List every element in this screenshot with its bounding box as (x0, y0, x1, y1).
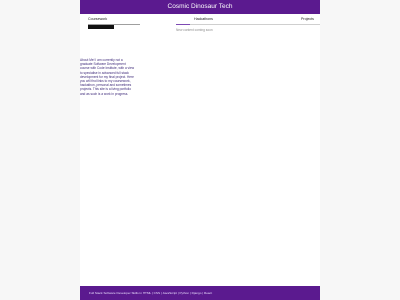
site-header: Cosmic Dinosaur Tech (80, 0, 320, 14)
about-text: About Me! I am currently not a graduate … (80, 58, 135, 96)
tab-hackathons[interactable]: Hackathons (194, 16, 213, 22)
tab-coursework[interactable]: Coursework (88, 16, 107, 22)
page: Cosmic Dinosaur Tech Coursework Hackatho… (80, 0, 320, 300)
tab-bar: Coursework Hackathons Projects (80, 14, 320, 24)
status-message: New content coming soon (176, 28, 213, 32)
site-footer: Full Stack Software Developer Skills in … (80, 286, 320, 300)
tab-divider-main (176, 24, 320, 25)
tab-projects[interactable]: Projects (301, 16, 314, 22)
site-title: Cosmic Dinosaur Tech (167, 3, 233, 10)
footer-text: Full Stack Software Developer Skills in … (89, 291, 213, 295)
active-tab-indicator (176, 24, 190, 25)
coursework-thumbnail[interactable] (88, 25, 114, 29)
